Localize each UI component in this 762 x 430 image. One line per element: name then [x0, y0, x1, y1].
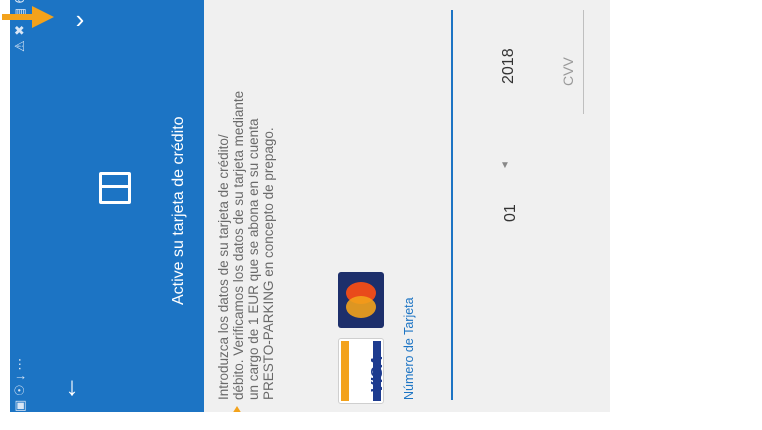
cvv-input[interactable]: CVV [560, 57, 576, 86]
card-number-label: Número de Tarjeta [402, 297, 416, 400]
description-line: un cargo de 1 EUR que se abona en su cue… [246, 118, 261, 400]
visa-logo: VISA [338, 338, 386, 404]
mastercard-logo [338, 272, 384, 328]
description-line: débito. Verificamos los datos de su tarj… [231, 90, 246, 400]
description-line: PRESTO-PARKING en concepto de prepago. [261, 127, 276, 400]
credit-card-icon [99, 172, 131, 204]
chevron-right-icon[interactable]: › [66, 5, 94, 33]
screen-bottom-edge [0, 412, 762, 430]
arrow-down-icon[interactable]: ↓ [58, 372, 86, 400]
card-number-input[interactable] [451, 10, 453, 400]
annotation-arrow-right-icon [2, 6, 54, 28]
status-bar-left: ▣ ☉ ↓ ⋯ [12, 357, 27, 412]
description-text: Introduzca los datos de su tarjeta de cr… [216, 91, 276, 400]
cvv-underline [583, 10, 584, 114]
expiry-month-select[interactable]: 01 [502, 204, 520, 222]
card-brand-logos: VISA [338, 272, 386, 404]
phone-screen: ⚠ ✖ ▤ 66% ▮ 10:49 ▣ ☉ ↓ ⋯ › ↓ Active su … [0, 0, 762, 430]
description-line: Introduzca los datos de su tarjeta de cr… [216, 134, 231, 400]
expiry-year-select[interactable]: 2018 [500, 48, 518, 84]
dropdown-caret-icon[interactable]: ▼ [500, 160, 510, 171]
page-title: Active su tarjeta de crédito [170, 116, 187, 305]
